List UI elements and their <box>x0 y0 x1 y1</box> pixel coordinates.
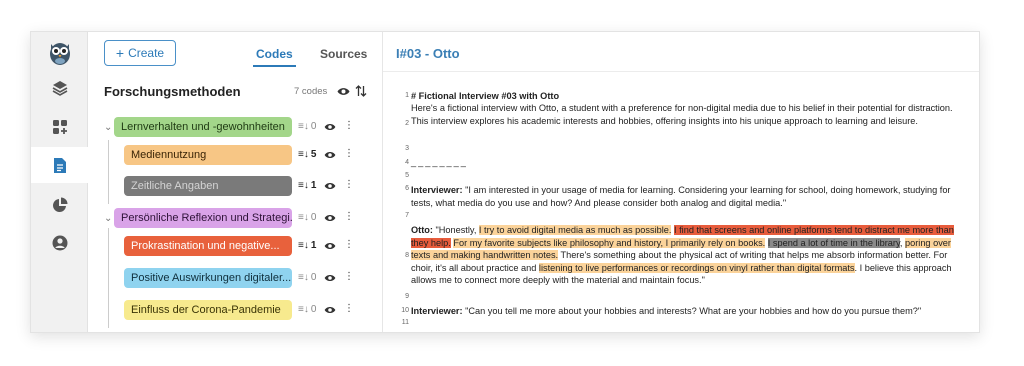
code-row[interactable]: ⌄ Persönliche Reflexion und Strategi... … <box>88 208 383 230</box>
line-number: 4 <box>405 159 409 166</box>
line-number: 2 <box>405 120 409 127</box>
kebab-icon[interactable]: ⋮ <box>344 179 354 190</box>
eye-icon[interactable] <box>324 306 336 314</box>
speaker-label: Interviewer: <box>411 185 463 195</box>
code-count-icon: ≡↓ <box>298 212 309 223</box>
document-icon <box>53 157 66 173</box>
code-row[interactable]: Positive Auswirkungen digitaler... ≡↓ 0 ⋮ <box>88 268 383 290</box>
interviewer-question-2: Interviewer: "Can you tell me more about… <box>411 305 969 318</box>
code-label[interactable]: Positive Auswirkungen digitaler... <box>124 268 292 288</box>
interviewer-question-1: Interviewer: "I am interested in your us… <box>411 184 969 209</box>
code-count-icon: ≡↓ <box>298 121 309 132</box>
app-window: + Create Codes Sources Forschungsmethode… <box>30 31 980 333</box>
code-count: ≡↓ 1 <box>298 240 317 251</box>
line-number: 9 <box>405 293 409 300</box>
intro-paragraph: Here's a fictional interview with Otto, … <box>411 103 953 126</box>
nav-layers[interactable] <box>31 70 88 106</box>
question-text: "I am interested in your usage of media … <box>411 185 951 208</box>
nav-rail <box>31 32 88 332</box>
user-icon <box>52 235 67 251</box>
code-count: ≡↓ 0 <box>298 304 317 315</box>
code-label[interactable]: Mediennutzung <box>124 145 292 165</box>
question-text: "Can you tell me more about your hobbies… <box>462 306 922 316</box>
code-row[interactable]: Einfluss der Corona-Pandemie ≡↓ 0 ⋮ <box>88 300 383 322</box>
kebab-icon[interactable]: ⋮ <box>344 148 354 159</box>
code-row[interactable]: Zeitliche Angaben ≡↓ 1 ⋮ <box>88 176 383 198</box>
nav-analysis[interactable] <box>31 187 88 223</box>
otto-answer-1: Otto: "Honestly, I try to avoid digital … <box>411 224 969 287</box>
owl-logo-icon <box>49 43 70 65</box>
plus-icon: + <box>115 45 125 61</box>
nav-account[interactable] <box>31 225 88 261</box>
code-count: ≡↓ 1 <box>298 180 317 191</box>
code-count-icon: ≡↓ <box>298 149 309 160</box>
eye-icon[interactable] <box>324 151 336 159</box>
kebab-icon[interactable]: ⋮ <box>344 271 354 282</box>
line-number: 8 <box>405 252 409 259</box>
code-count: ≡↓ 5 <box>298 149 317 160</box>
document-heading: # Fictional Interview #03 with Otto <box>411 91 560 101</box>
layers-icon <box>52 81 67 96</box>
document-panel: I#03 - Otto 1 2 3 4 5 6 7 8 9 10 11 # Fi… <box>383 32 979 332</box>
divider <box>383 71 979 72</box>
line-number: 11 <box>401 319 409 326</box>
eye-icon[interactable] <box>324 274 336 282</box>
code-count-icon: ≡↓ <box>298 180 309 191</box>
chevron-down-icon[interactable]: ⌄ <box>104 213 112 224</box>
code-count: ≡↓ 0 <box>298 272 317 283</box>
code-label[interactable]: Lernverhalten und -gewohnheiten <box>114 117 292 137</box>
code-count: ≡↓ 0 <box>298 212 317 223</box>
create-button[interactable]: + Create <box>104 40 176 66</box>
speaker-label: Otto: <box>411 225 433 235</box>
kebab-icon[interactable]: ⋮ <box>344 239 354 250</box>
app-logo[interactable] <box>31 34 88 70</box>
eye-icon[interactable] <box>337 87 350 96</box>
codebook-title: Forschungsmethoden <box>104 84 241 99</box>
line-number: 1 <box>405 92 409 99</box>
tab-codes[interactable]: Codes <box>253 47 296 67</box>
eye-icon[interactable] <box>324 242 336 250</box>
code-count-icon: ≡↓ <box>298 304 309 315</box>
coded-segment[interactable]: I spend a lot of time in the library <box>767 237 900 248</box>
eye-icon[interactable] <box>324 214 336 222</box>
coded-segment[interactable]: listening to live performances or record… <box>538 262 855 273</box>
code-label[interactable]: Zeitliche Angaben <box>124 176 292 196</box>
code-count-icon: ≡↓ <box>298 272 309 283</box>
pie-chart-icon <box>52 197 67 212</box>
codes-panel: + Create Codes Sources Forschungsmethode… <box>88 32 383 332</box>
line-number: 10 <box>401 307 409 314</box>
kebab-icon[interactable]: ⋮ <box>344 303 354 314</box>
create-label: Create <box>128 46 165 60</box>
speaker-label: Interviewer: <box>411 306 463 316</box>
code-count-icon: ≡↓ <box>298 240 309 251</box>
nav-documents[interactable] <box>31 147 88 183</box>
codes-count: 7 codes <box>294 86 328 97</box>
separator-line: ________ <box>411 157 468 167</box>
coded-segment[interactable]: I try to avoid digital media as much as … <box>478 225 672 235</box>
coded-segment[interactable]: For my favorite subjects like philosophy… <box>453 237 766 248</box>
kebab-icon[interactable]: ⋮ <box>344 120 354 131</box>
line-number: 6 <box>405 185 409 192</box>
chevron-down-icon[interactable]: ⌄ <box>104 122 112 133</box>
code-row[interactable]: Mediennutzung ≡↓ 5 ⋮ <box>88 145 383 167</box>
code-row[interactable]: Prokrastination und negative... ≡↓ 1 ⋮ <box>88 236 383 258</box>
code-label[interactable]: Prokrastination und negative... <box>124 236 292 256</box>
answer-segment: "Honestly, <box>432 225 479 235</box>
kebab-icon[interactable]: ⋮ <box>344 211 354 222</box>
code-label[interactable]: Einfluss der Corona-Pandemie <box>124 300 292 320</box>
document-title: I#03 - Otto <box>396 46 460 61</box>
sort-icon[interactable] <box>355 85 367 97</box>
grid-plus-icon <box>52 120 67 134</box>
tab-sources[interactable]: Sources <box>320 47 367 61</box>
line-number: 7 <box>405 212 409 219</box>
code-row[interactable]: ⌄ Lernverhalten und -gewohnheiten ≡↓ 0 ⋮ <box>88 117 383 139</box>
code-label[interactable]: Persönliche Reflexion und Strategi... <box>114 208 292 228</box>
line-number: 5 <box>405 172 409 179</box>
nav-codes[interactable] <box>31 109 88 145</box>
line-number: 3 <box>405 145 409 152</box>
code-count: ≡↓ 0 <box>298 121 317 132</box>
eye-icon[interactable] <box>324 123 336 131</box>
eye-icon[interactable] <box>324 182 336 190</box>
